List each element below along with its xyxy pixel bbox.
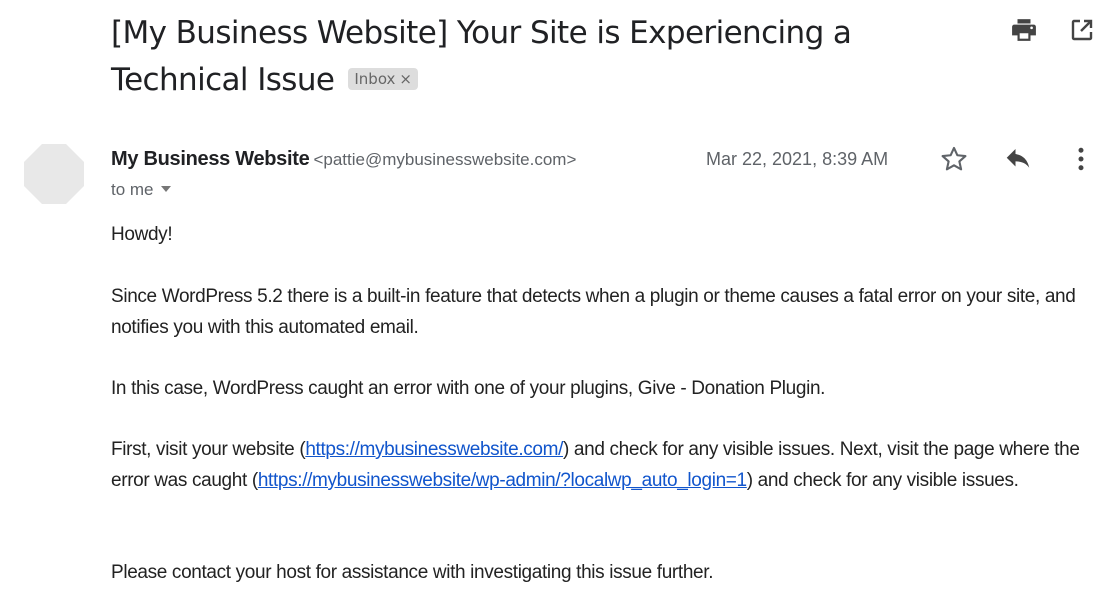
star-button[interactable] — [939, 144, 969, 174]
body-greeting: Howdy! — [111, 224, 173, 245]
open-in-new-window-button[interactable] — [1068, 16, 1096, 44]
print-button[interactable] — [1010, 16, 1038, 44]
body-text-segment: ) and check for any visible issues. — [746, 470, 1019, 491]
open-in-new-window-icon — [1071, 19, 1093, 41]
message-date: Mar 22, 2021, 8:39 AM — [706, 149, 889, 169]
more-options-icon — [1078, 147, 1084, 171]
body-paragraph: Since WordPress 5.2 there is a built-in … — [111, 286, 1076, 338]
email-subject: [My Business Website] Your Site is Exper… — [111, 10, 911, 104]
star-icon — [941, 146, 967, 171]
sender-email: <pattie@mybusinesswebsite.com> — [313, 150, 577, 169]
reply-button[interactable] — [1003, 144, 1033, 174]
body-text-segment: First, visit your website ( — [111, 439, 306, 460]
more-options-button[interactable] — [1066, 144, 1096, 174]
inbox-label-text: Inbox — [354, 69, 396, 88]
chevron-down-icon — [160, 185, 171, 192]
print-icon — [1012, 19, 1036, 41]
recipient-label: to me — [111, 180, 154, 199]
body-paragraph: Please contact your host for assistance … — [111, 562, 714, 583]
recipient-details-toggle[interactable]: to me — [111, 178, 171, 202]
sender-name: My Business Website — [111, 148, 310, 170]
reply-icon — [1006, 149, 1030, 168]
error-page-link[interactable]: https://mybusinesswebsite/wp-admin/?loca… — [258, 470, 747, 491]
sender-line: My Business Website <pattie@mybusinessweb… — [111, 146, 576, 173]
website-link[interactable]: https://mybusinesswebsite.com/ — [305, 439, 563, 460]
body-paragraph-links: First, visit your website (https://mybus… — [111, 434, 1101, 496]
remove-label-button[interactable]: × — [399, 70, 412, 88]
sender-avatar — [24, 144, 84, 204]
inbox-label-badge: Inbox × — [348, 67, 418, 90]
subject-title: [My Business Website] Your Site is Exper… — [111, 15, 852, 98]
body-paragraph: In this case, WordPress caught an error … — [111, 378, 826, 399]
